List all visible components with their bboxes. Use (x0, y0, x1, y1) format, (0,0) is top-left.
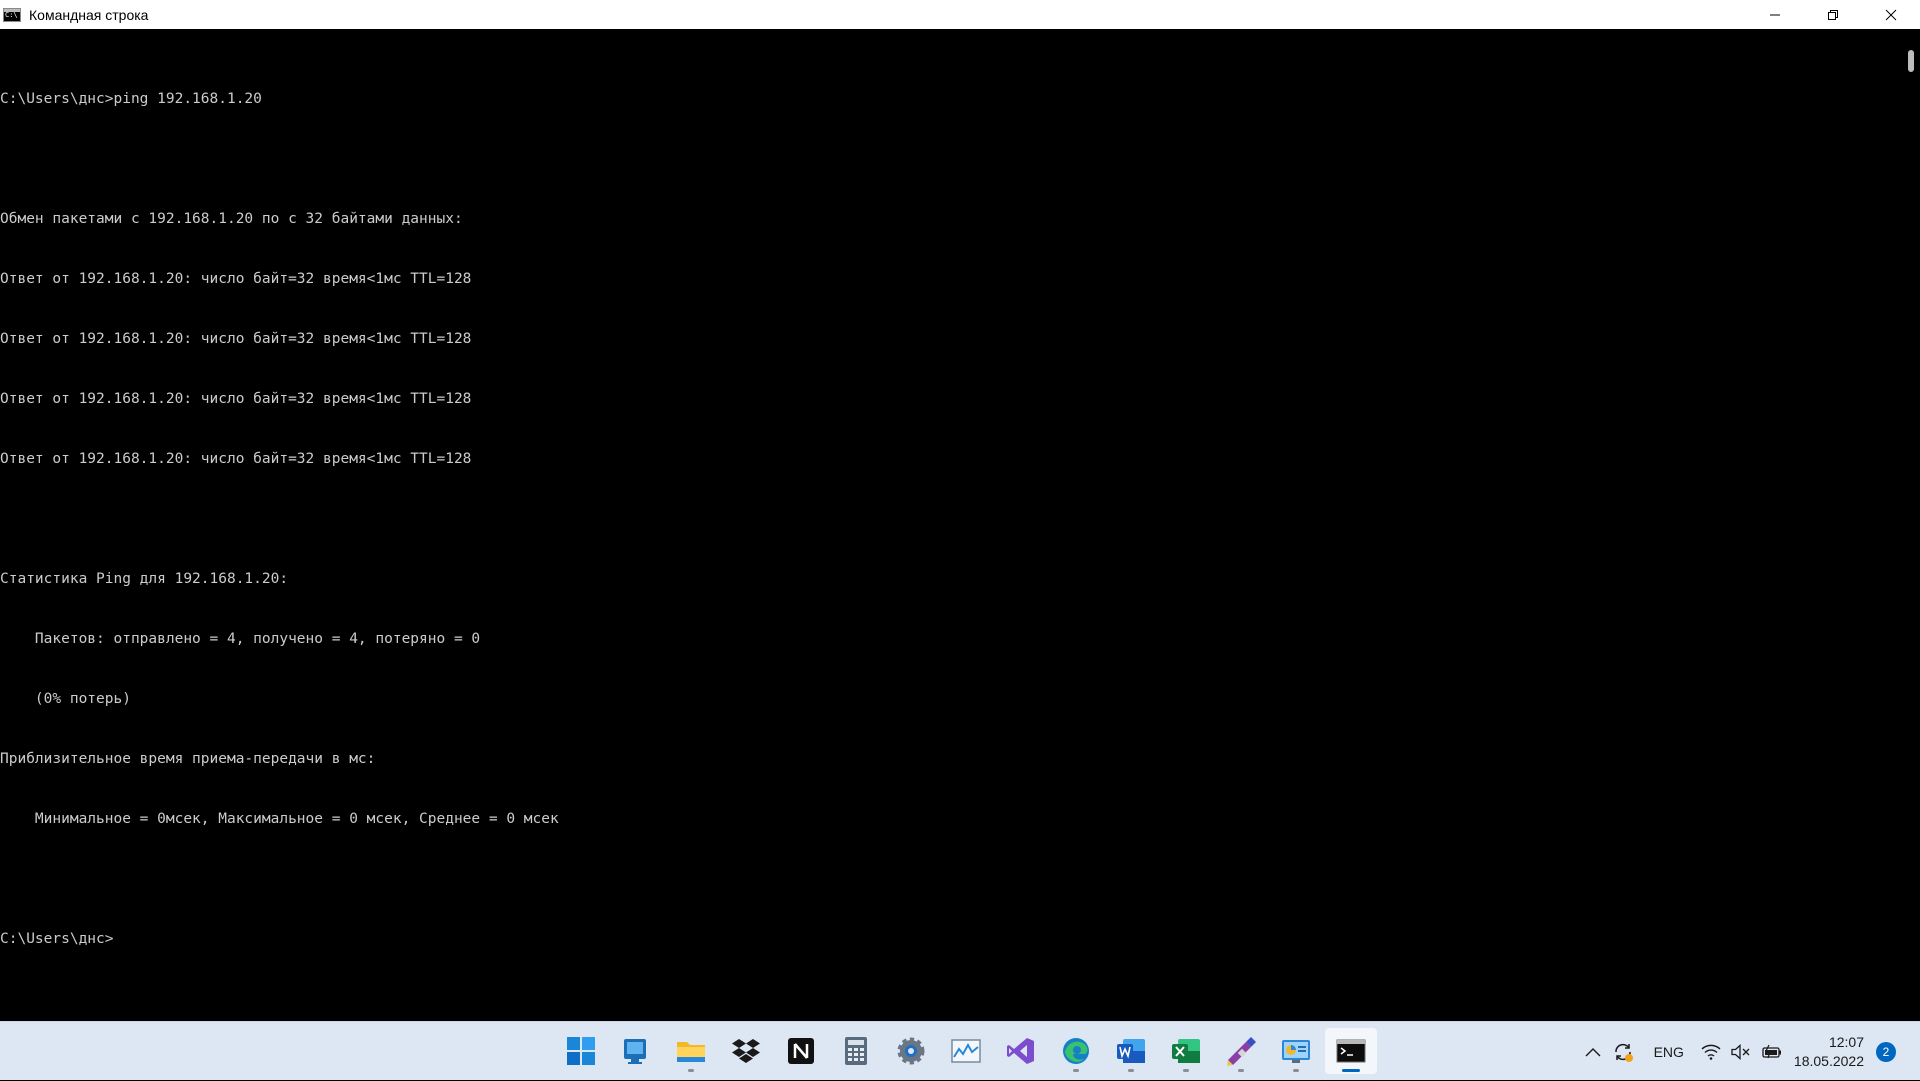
sync-status-button[interactable] (1608, 1037, 1638, 1067)
minimize-button[interactable] (1746, 0, 1804, 29)
volume-button[interactable] (1726, 1037, 1756, 1067)
window-title: Командная строка (29, 6, 149, 23)
settings-icon (897, 1037, 925, 1065)
volume-muted-icon (1731, 1043, 1750, 1060)
command-prompt-icon (1336, 1039, 1366, 1063)
dropbox-icon (732, 1039, 760, 1063)
console-line: Приблизительное время приема-передачи в … (0, 751, 376, 767)
taskbar-app-excel[interactable] (1160, 1028, 1212, 1074)
taskbar-apps (555, 1028, 1377, 1074)
taskbar-app-word[interactable] (1105, 1028, 1157, 1074)
start-icon (567, 1037, 595, 1065)
taskbar-app-store[interactable] (610, 1028, 662, 1074)
close-icon (1885, 9, 1897, 20)
vertical-scrollbar[interactable] (1900, 29, 1920, 1021)
running-indicator (1073, 1069, 1079, 1072)
taskbar-app-edge[interactable] (1050, 1028, 1102, 1074)
sync-icon (1614, 1043, 1633, 1062)
restore-icon (1828, 9, 1838, 20)
running-indicator (1293, 1069, 1299, 1072)
notion-icon (788, 1038, 814, 1064)
clock-time: 12:07 (1828, 1033, 1864, 1050)
title-bar[interactable]: Командная строка (0, 0, 1920, 29)
taskbar-app-control-panel[interactable] (1270, 1028, 1322, 1074)
visual-studio-icon (1007, 1038, 1034, 1064)
word-icon (1117, 1039, 1145, 1063)
console-prompt[interactable]: C:\Users\днс> (0, 929, 1900, 949)
running-indicator (1238, 1069, 1244, 1072)
console-line: Минимальное = 0мсек, Максимальное = 0 мс… (0, 811, 559, 827)
taskbar-app-notion[interactable] (775, 1028, 827, 1074)
running-indicator (688, 1069, 694, 1072)
edge-icon (1063, 1038, 1089, 1064)
taskbar-app-drawing-tool[interactable] (1215, 1028, 1267, 1074)
start-button[interactable] (555, 1028, 607, 1074)
drawing-tool-icon (1227, 1037, 1256, 1066)
chevron-up-icon (1585, 1047, 1601, 1056)
wifi-icon (1701, 1044, 1721, 1060)
clock-date: 18.05.2022 (1793, 1052, 1864, 1069)
clock[interactable]: 12:07 18.05.2022 (1794, 1033, 1864, 1071)
taskbar-app-file-explorer[interactable] (665, 1028, 717, 1074)
minimize-icon (1770, 14, 1780, 15)
control-panel-icon (1282, 1040, 1310, 1063)
close-button[interactable] (1862, 0, 1920, 29)
console-line: Пакетов: отправлено = 4, получено = 4, п… (0, 631, 481, 647)
scrollbar-thumb[interactable] (1908, 50, 1914, 72)
taskbar-app-performance-monitor[interactable] (940, 1028, 992, 1074)
console-line: Ответ от 192.168.1.20: число байт=32 вре… (0, 331, 472, 347)
console-line: Ответ от 192.168.1.20: число байт=32 вре… (0, 451, 472, 467)
show-hidden-icons-button[interactable] (1578, 1037, 1608, 1067)
restore-button[interactable] (1804, 0, 1862, 29)
console-line: Ответ от 192.168.1.20: число байт=32 вре… (0, 391, 472, 407)
battery-button[interactable] (1756, 1037, 1786, 1067)
taskbar-app-settings[interactable] (885, 1028, 937, 1074)
console-output: C:\Users\днс>ping 192.168.1.20 Обмен пак… (0, 29, 1900, 989)
console-line: C:\Users\днс>ping 192.168.1.20 (0, 91, 262, 107)
store-icon (624, 1039, 646, 1064)
taskbar-app-dropbox[interactable] (720, 1028, 772, 1074)
running-indicator (1128, 1069, 1134, 1072)
console-line: Статистика Ping для 192.168.1.20: (0, 571, 289, 587)
taskbar-app-command-prompt[interactable] (1325, 1028, 1377, 1074)
console-line: Обмен пакетами с 192.168.1.20 по с 32 ба… (0, 211, 463, 227)
excel-icon (1172, 1039, 1200, 1063)
command-prompt-icon (3, 7, 21, 22)
console-area[interactable]: C:\Users\днс>ping 192.168.1.20 Обмен пак… (0, 29, 1900, 1021)
network-button[interactable] (1696, 1037, 1726, 1067)
taskbar: ENG 12:07 18.05.2022 2 (0, 1021, 1920, 1080)
notification-badge[interactable]: 2 (1876, 1041, 1896, 1062)
console-line: Ответ от 192.168.1.20: число байт=32 вре… (0, 271, 472, 287)
console-line: (0% потерь) (0, 691, 131, 707)
performance-monitor-icon (951, 1039, 981, 1063)
running-indicator (1183, 1069, 1189, 1072)
window-controls (1746, 0, 1920, 29)
input-language-indicator[interactable]: ENG (1654, 1044, 1684, 1060)
file-explorer-icon (677, 1042, 705, 1062)
battery-charging-icon (1762, 1044, 1781, 1058)
calculator-icon (845, 1037, 867, 1065)
taskbar-app-visual-studio[interactable] (995, 1028, 1047, 1074)
active-indicator (1342, 1069, 1360, 1072)
taskbar-app-calculator[interactable] (830, 1028, 882, 1074)
system-tray: ENG 12:07 18.05.2022 2 (1578, 1022, 1920, 1081)
